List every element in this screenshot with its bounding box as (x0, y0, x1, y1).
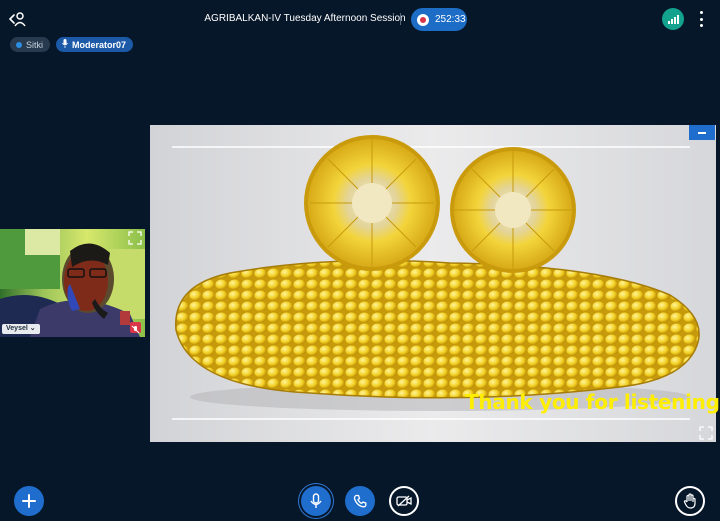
session-title: AGRIBALKAN-IV Tuesday Afternoon Session (204, 13, 406, 24)
fullscreen-icon[interactable] (699, 426, 713, 440)
webcam-username[interactable]: Veysel ⌄ (2, 324, 40, 334)
recording-indicator[interactable]: 252:33 (411, 8, 467, 31)
user-name: Sitki (26, 39, 44, 50)
recording-time: 252:33 (435, 14, 466, 25)
mic-muted-icon (130, 322, 141, 334)
video-off-icon[interactable] (389, 486, 419, 516)
user-pill-moderator[interactable]: Moderator07 (56, 37, 134, 52)
slide-caption: Thank you for listening (465, 390, 720, 414)
user-pill-sitki[interactable]: Sitki (10, 37, 51, 52)
expand-icon[interactable] (128, 231, 142, 245)
plus-icon[interactable] (14, 486, 44, 516)
user-list: Sitki Moderator07 (10, 37, 134, 52)
connection-status-icon[interactable] (662, 8, 684, 30)
webcam-video[interactable]: Veysel ⌄ (0, 229, 145, 337)
status-dot-icon (16, 41, 22, 48)
divider (400, 13, 401, 25)
microphone-icon (62, 39, 68, 50)
record-icon (417, 13, 429, 26)
user-name: Moderator07 (72, 39, 127, 50)
minimize-icon[interactable] (689, 125, 715, 140)
top-bar: AGRIBALKAN-IV Tuesday Afternoon Session … (0, 0, 720, 36)
more-options-icon[interactable] (696, 11, 706, 27)
hand-icon[interactable] (675, 486, 705, 516)
leave-meeting-icon[interactable] (8, 10, 28, 28)
phone-icon[interactable] (345, 486, 375, 516)
microphone-icon[interactable] (301, 486, 331, 516)
webcam-image (0, 229, 145, 337)
